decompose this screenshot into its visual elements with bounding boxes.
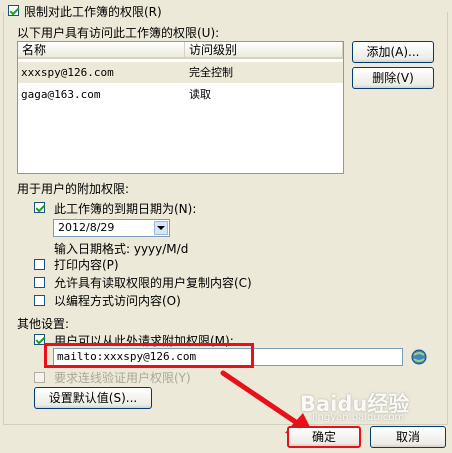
expiry-label: 此工作簿的到期日期为(N):: [54, 202, 197, 216]
program-access-checkbox[interactable]: [34, 295, 45, 306]
users-listview[interactable]: 名称 访问级别 xxxspy@126.com 完全控制 gaga@163.com…: [17, 41, 344, 174]
copy-label: 允许具有读取权限的用户复制内容(C): [54, 276, 252, 290]
other-settings-title: 其他设置:: [17, 317, 70, 331]
remove-user-button[interactable]: 删除(V): [352, 67, 434, 89]
cancel-button[interactable]: 取消: [370, 426, 446, 448]
set-default-button[interactable]: 设置默认值(S)...: [34, 387, 152, 409]
list-item-name: gaga@163.com: [21, 88, 101, 101]
copy-checkbox[interactable]: [34, 277, 45, 288]
address-book-icon[interactable]: [410, 348, 430, 366]
list-item-name: xxxspy@126.com: [21, 66, 114, 79]
list-item[interactable]: xxxspy@126.com 完全控制: [18, 62, 343, 83]
add-user-button[interactable]: 添加(A)...: [352, 41, 434, 63]
date-format-hint: 输入日期格式: yyyy/M/d: [54, 242, 189, 256]
expiry-checkbox[interactable]: [34, 202, 45, 213]
list-item-level: 读取: [189, 88, 211, 101]
chevron-down-icon: [157, 226, 165, 230]
dropdown-button[interactable]: [154, 221, 168, 235]
expiry-date-picker[interactable]: 2012/8/29: [53, 219, 170, 237]
verify-online-checkbox[interactable]: [34, 372, 45, 383]
list-item[interactable]: gaga@163.com 读取: [18, 84, 343, 105]
column-header-name[interactable]: 名称: [18, 42, 185, 59]
print-checkbox[interactable]: [34, 259, 45, 270]
program-access-label: 以编程方式访问内容(O): [54, 294, 181, 308]
expiry-date-value: 2012/8/29: [58, 221, 115, 234]
users-list-label: 以下用户具有访问此工作簿的权限(U):: [17, 26, 220, 40]
list-item-level: 完全控制: [189, 66, 233, 79]
verify-online-label: 要求连线验证用户权限(Y): [54, 371, 191, 385]
column-header-level[interactable]: 访问级别: [185, 42, 343, 59]
extra-permissions-title: 用于用户的附加权限:: [17, 182, 130, 196]
print-label: 打印内容(P): [54, 258, 119, 272]
ok-button[interactable]: 确定: [287, 426, 361, 448]
